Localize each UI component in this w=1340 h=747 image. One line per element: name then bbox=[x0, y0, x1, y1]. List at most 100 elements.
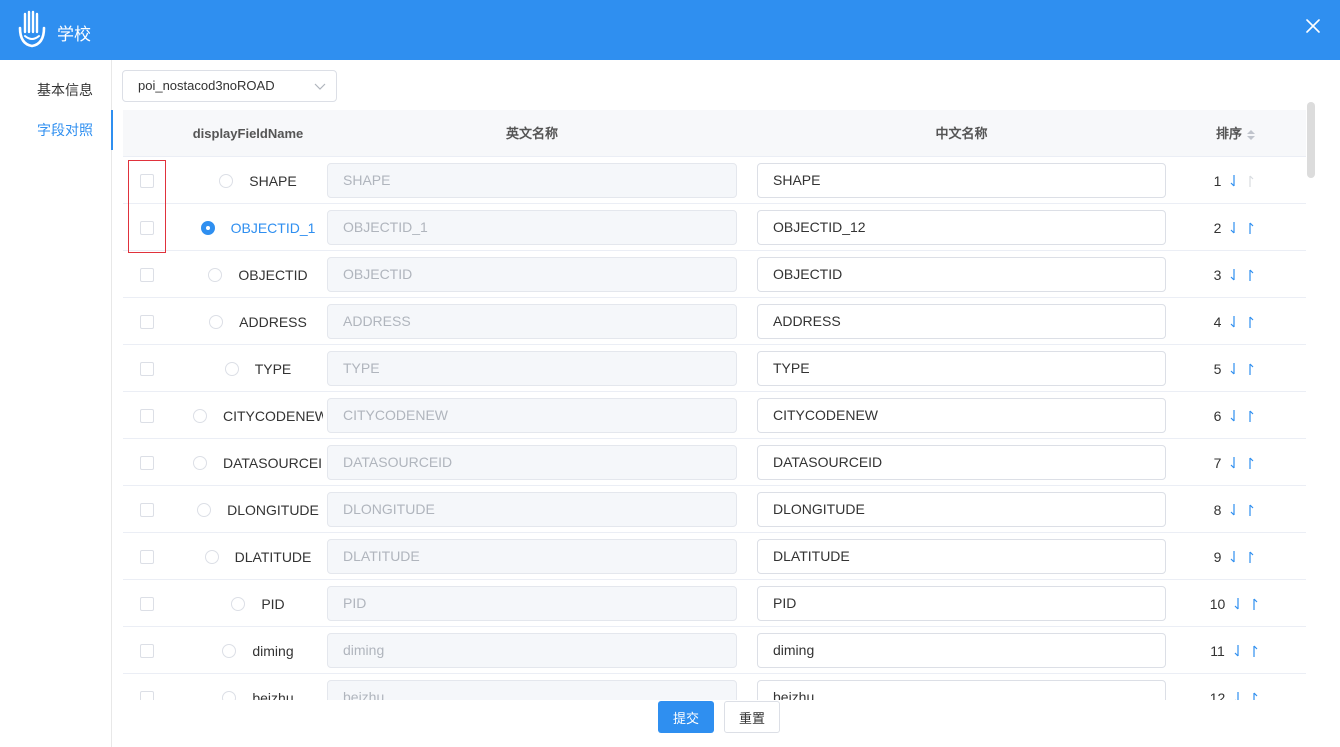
row-checkbox[interactable] bbox=[140, 362, 154, 376]
display-field-radio[interactable]: TYPE bbox=[183, 345, 333, 392]
display-field-radio[interactable]: ADDRESS bbox=[183, 298, 333, 345]
move-down-icon[interactable] bbox=[1229, 315, 1239, 329]
chinese-name-input[interactable]: DLATITUDE bbox=[757, 539, 1166, 574]
english-name-input: DATASOURCEID bbox=[327, 445, 737, 480]
row-checkbox[interactable] bbox=[140, 174, 154, 188]
row-checkbox[interactable] bbox=[140, 221, 154, 235]
move-down-icon[interactable] bbox=[1229, 409, 1239, 423]
display-field-radio[interactable]: DATASOURCEID bbox=[183, 439, 333, 486]
english-name-input: DLONGITUDE bbox=[327, 492, 737, 527]
move-down-icon[interactable] bbox=[1229, 268, 1239, 282]
order-number: 3 bbox=[1213, 266, 1222, 283]
display-field-radio[interactable]: DLATITUDE bbox=[183, 533, 333, 580]
row-checkbox[interactable] bbox=[140, 456, 154, 470]
radio-icon bbox=[222, 643, 237, 658]
sidebar-item-basic-info[interactable]: 基本信息 bbox=[0, 70, 112, 110]
move-down-icon[interactable] bbox=[1233, 597, 1243, 611]
table-row: SHAPE SHAPE SHAPE 1 bbox=[123, 157, 1306, 204]
display-field-radio[interactable]: DLONGITUDE bbox=[183, 486, 333, 533]
move-up-icon[interactable] bbox=[1249, 691, 1259, 701]
radio-icon bbox=[193, 455, 207, 470]
chinese-name-input[interactable]: beizhu bbox=[757, 680, 1166, 700]
move-up-icon[interactable] bbox=[1245, 315, 1255, 329]
scrollbar-thumb[interactable] bbox=[1307, 102, 1315, 178]
close-icon[interactable] bbox=[1306, 19, 1320, 33]
row-checkbox[interactable] bbox=[140, 409, 154, 423]
radio-icon bbox=[231, 596, 246, 611]
header-english-name: 英文名称 bbox=[505, 126, 558, 141]
row-checkbox[interactable] bbox=[140, 644, 154, 658]
display-field-radio[interactable]: beizhu bbox=[183, 674, 333, 700]
order-number: 6 bbox=[1213, 407, 1222, 424]
english-name-input: OBJECTID bbox=[327, 257, 737, 292]
chinese-name-input[interactable]: PID bbox=[757, 586, 1166, 621]
display-field-radio[interactable]: PID bbox=[183, 580, 333, 627]
reset-button[interactable]: 重置 bbox=[724, 701, 780, 733]
chinese-name-input[interactable]: OBJECTID_12 bbox=[757, 210, 1166, 245]
layer-select[interactable]: poi_nostacod3noROAD bbox=[122, 70, 337, 102]
english-name-input: PID bbox=[327, 586, 737, 621]
chinese-name-input[interactable]: CITYCODENEW bbox=[757, 398, 1166, 433]
order-number: 2 bbox=[1213, 219, 1222, 236]
display-field-radio[interactable]: OBJECTID_1 bbox=[183, 204, 333, 251]
header-order[interactable]: 排序 bbox=[1166, 110, 1306, 157]
chinese-name-input[interactable]: DATASOURCEID bbox=[757, 445, 1166, 480]
move-up-icon[interactable] bbox=[1245, 221, 1255, 235]
table-row: PID PID PID 10 bbox=[123, 580, 1306, 627]
move-down-icon[interactable] bbox=[1233, 644, 1243, 658]
order-number: 1 bbox=[1213, 172, 1222, 189]
display-field-label: OBJECTID_1 bbox=[230, 219, 316, 236]
hand-logo-icon bbox=[18, 10, 46, 48]
radio-icon bbox=[208, 267, 223, 282]
order-cell: 2 bbox=[1166, 204, 1306, 251]
move-up-icon[interactable] bbox=[1245, 503, 1255, 517]
row-checkbox[interactable] bbox=[140, 268, 154, 282]
move-down-icon[interactable] bbox=[1229, 456, 1239, 470]
table-row: diming diming diming 11 bbox=[123, 627, 1306, 674]
row-checkbox[interactable] bbox=[140, 503, 154, 517]
chinese-name-input[interactable]: SHAPE bbox=[757, 163, 1166, 198]
move-up-icon[interactable] bbox=[1249, 597, 1259, 611]
english-name-input: TYPE bbox=[327, 351, 737, 386]
sort-icon[interactable] bbox=[1246, 128, 1256, 142]
english-name-input: beizhu bbox=[327, 680, 737, 700]
submit-button[interactable]: 提交 bbox=[658, 701, 714, 733]
move-down-icon[interactable] bbox=[1233, 691, 1243, 701]
sidebar-item-field-mapping[interactable]: 字段对照 bbox=[0, 110, 113, 150]
move-down-icon[interactable] bbox=[1229, 503, 1239, 517]
move-down-icon[interactable] bbox=[1229, 221, 1239, 235]
order-number: 4 bbox=[1213, 313, 1222, 330]
row-checkbox[interactable] bbox=[140, 597, 154, 611]
chinese-name-input[interactable]: diming bbox=[757, 633, 1166, 668]
move-up-icon[interactable] bbox=[1245, 362, 1255, 376]
order-number: 12 bbox=[1209, 689, 1226, 701]
row-checkbox[interactable] bbox=[140, 315, 154, 329]
move-up-icon[interactable] bbox=[1249, 644, 1259, 658]
order-cell: 3 bbox=[1166, 251, 1306, 298]
chinese-name-input[interactable]: DLONGITUDE bbox=[757, 492, 1166, 527]
chinese-name-input[interactable]: TYPE bbox=[757, 351, 1166, 386]
header-chinese-name: 中文名称 bbox=[935, 126, 988, 141]
display-field-label: ADDRESS bbox=[239, 313, 307, 330]
field-mapping-table: displayFieldName 英文名称 中文名称 排序 SHAPE SHAPE… bbox=[123, 110, 1306, 700]
row-checkbox[interactable] bbox=[140, 691, 154, 700]
table-row: OBJECTID OBJECTID OBJECTID 3 bbox=[123, 251, 1306, 298]
chinese-name-input[interactable]: ADDRESS bbox=[757, 304, 1166, 339]
move-up-icon[interactable] bbox=[1245, 456, 1255, 470]
chinese-name-input[interactable]: OBJECTID bbox=[757, 257, 1166, 292]
move-up-icon[interactable] bbox=[1245, 550, 1255, 564]
move-down-icon[interactable] bbox=[1229, 550, 1239, 564]
radio-icon bbox=[193, 408, 207, 423]
display-field-label: diming bbox=[252, 642, 294, 659]
english-name-input: OBJECTID_1 bbox=[327, 210, 737, 245]
row-checkbox[interactable] bbox=[140, 550, 154, 564]
display-field-radio[interactable]: CITYCODENEW bbox=[183, 392, 333, 439]
move-up-icon[interactable] bbox=[1245, 268, 1255, 282]
display-field-label: beizhu bbox=[252, 689, 294, 701]
move-down-icon[interactable] bbox=[1229, 362, 1239, 376]
display-field-radio[interactable]: OBJECTID bbox=[183, 251, 333, 298]
move-up-icon[interactable] bbox=[1245, 409, 1255, 423]
display-field-radio[interactable]: diming bbox=[183, 627, 333, 674]
display-field-radio[interactable]: SHAPE bbox=[183, 157, 333, 204]
move-down-icon[interactable] bbox=[1229, 174, 1239, 188]
